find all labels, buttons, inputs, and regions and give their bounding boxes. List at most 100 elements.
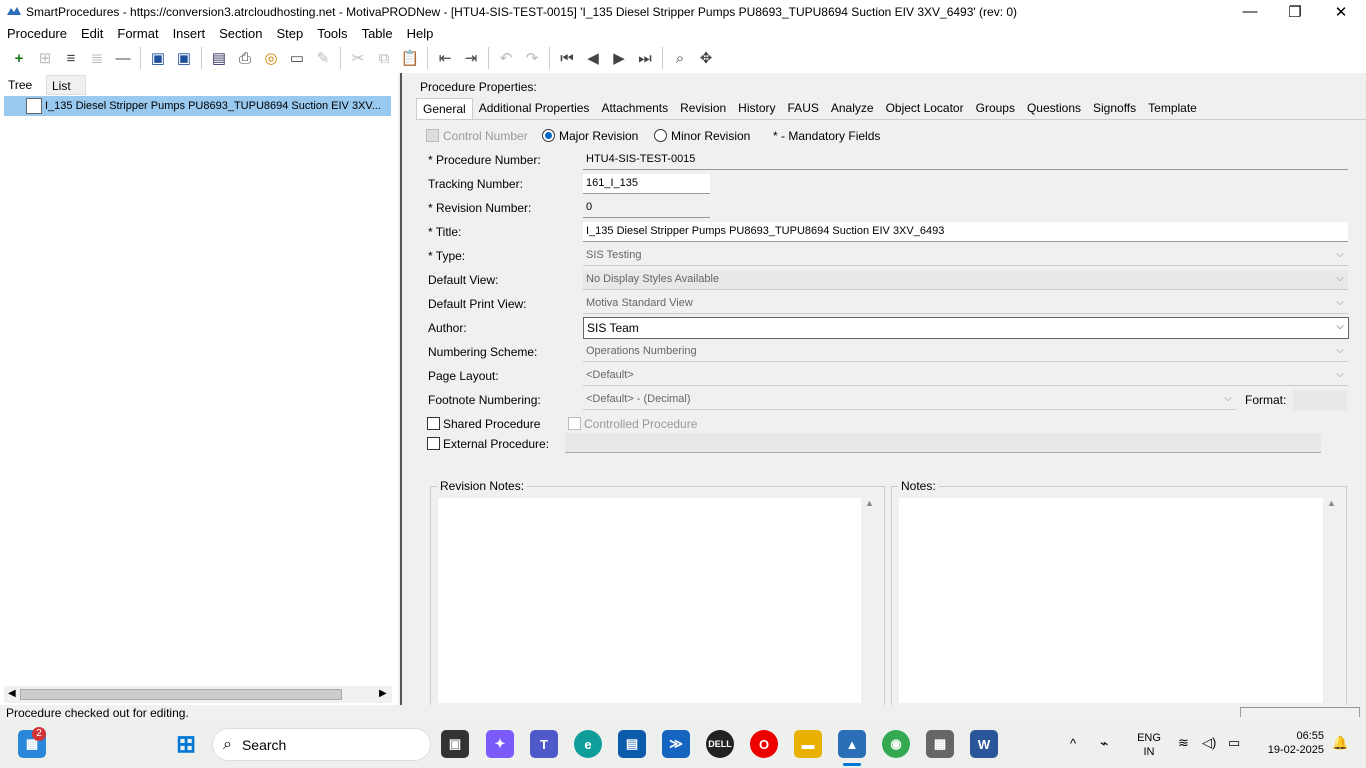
footnote-numbering-select[interactable]: <Default> - (Decimal) ⌵ — [583, 390, 1236, 410]
scrollbar-thumb[interactable] — [20, 689, 342, 700]
horizontal-scrollbar[interactable]: ◀ ▶ — [4, 686, 392, 703]
menu-tools[interactable]: Tools — [317, 26, 347, 41]
tab-template[interactable]: Template — [1142, 98, 1203, 119]
menu-step[interactable]: Step — [276, 26, 303, 41]
tab-history[interactable]: History — [732, 98, 781, 119]
tab-tree[interactable]: Tree — [4, 75, 37, 95]
chrome-icon[interactable]: ◉ — [882, 730, 910, 758]
menu-edit[interactable]: Edit — [81, 26, 103, 41]
publish-icon[interactable]: ▤ — [206, 45, 232, 71]
scroll-right-icon[interactable]: ▶ — [379, 688, 387, 699]
find-icon[interactable]: ⌕ — [667, 45, 693, 71]
last-icon[interactable]: ⏭ — [632, 45, 658, 71]
add-child-icon[interactable]: ⊞ — [32, 45, 58, 71]
tab-groups[interactable]: Groups — [970, 98, 1021, 119]
volume-icon[interactable]: ◁) — [1202, 736, 1216, 750]
network-icon[interactable]: ⌁ — [1100, 736, 1108, 750]
add-icon[interactable]: + — [6, 45, 32, 71]
tab-faus[interactable]: FAUS — [782, 98, 825, 119]
control-number-checkbox[interactable] — [426, 129, 439, 142]
maximize-button[interactable]: ❐ — [1272, 0, 1318, 23]
page-layout-select[interactable]: <Default> ⌵ — [583, 366, 1348, 386]
external-procedure-checkbox[interactable] — [427, 437, 440, 450]
cut-icon[interactable]: ✂ — [345, 45, 371, 71]
task-view-icon[interactable]: ▣ — [441, 730, 469, 758]
redo-icon[interactable]: ↷ — [519, 45, 545, 71]
revision-notes-textarea[interactable] — [438, 498, 861, 703]
scroll-left-icon[interactable]: ◀ — [8, 688, 16, 699]
numbering-scheme-select[interactable]: Operations Numbering ⌵ — [583, 342, 1348, 362]
next-icon[interactable]: ▶ — [606, 45, 632, 71]
author-select[interactable]: SIS Team ⌵ — [583, 317, 1349, 339]
menu-format[interactable]: Format — [117, 26, 158, 41]
default-view-select[interactable]: No Display Styles Available ⌵ — [583, 270, 1348, 290]
menu-procedure[interactable]: Procedure — [7, 26, 67, 41]
notification-bell-icon[interactable]: 🔔 — [1332, 736, 1348, 750]
controlled-procedure-checkbox[interactable] — [568, 417, 581, 430]
globe-icon[interactable]: ◎ — [258, 45, 284, 71]
notes-textarea[interactable] — [899, 498, 1323, 703]
tab-additional-properties[interactable]: Additional Properties — [473, 98, 596, 119]
type-select[interactable]: SIS Testing ⌵ — [583, 246, 1348, 266]
language-indicator[interactable]: ENG IN — [1134, 731, 1164, 759]
tab-object-locator[interactable]: Object Locator — [880, 98, 970, 119]
first-icon[interactable]: ⏮ — [554, 45, 580, 71]
pane-splitter[interactable] — [398, 73, 407, 705]
store-icon[interactable]: ▤ — [618, 730, 646, 758]
save-icon[interactable]: ▣ — [171, 45, 197, 71]
start-icon[interactable]: ⊞ — [172, 730, 200, 758]
tab-signoffs[interactable]: Signoffs — [1087, 98, 1142, 119]
major-revision-radio[interactable] — [542, 129, 555, 142]
edge-icon[interactable]: e — [574, 730, 602, 758]
chevron-up-icon[interactable]: ^ — [1070, 737, 1076, 751]
minimize-button[interactable]: — — [1227, 0, 1273, 23]
tree-item-procedure[interactable]: I_135 Diesel Stripper Pumps PU8693_TUPU8… — [4, 96, 391, 116]
teams-icon[interactable]: T — [530, 730, 558, 758]
scroll-up-icon[interactable]: ▲ — [865, 498, 874, 508]
outline-icon[interactable]: ≡ — [58, 45, 84, 71]
file-explorer-icon[interactable]: ▬ — [794, 730, 822, 758]
menu-table[interactable]: Table — [362, 26, 393, 41]
print-icon[interactable]: ⎙ — [232, 45, 258, 71]
clock[interactable]: 06:55 19-02-2025 — [1258, 729, 1324, 757]
undo-icon[interactable]: ↶ — [493, 45, 519, 71]
battery-icon[interactable]: ▭ — [1228, 736, 1240, 750]
revision-notes-scrollbar[interactable]: ▲ — [861, 498, 878, 703]
list-icon[interactable]: ≣ — [84, 45, 110, 71]
tracking-number-input[interactable]: 161_I_135 — [583, 174, 710, 194]
copy-icon[interactable]: ⧉ — [371, 45, 397, 71]
close-button[interactable]: ✕ — [1318, 0, 1364, 23]
power-automate-icon[interactable]: ≫ — [662, 730, 690, 758]
tab-analyze[interactable]: Analyze — [825, 98, 880, 119]
indent-icon[interactable]: ⇥ — [458, 45, 484, 71]
tab-attachments[interactable]: Attachments — [595, 98, 674, 119]
menu-insert[interactable]: Insert — [173, 26, 206, 41]
tab-revision[interactable]: Revision — [674, 98, 732, 119]
opera-icon[interactable]: O — [750, 730, 778, 758]
move-icon[interactable]: ✥ — [693, 45, 719, 71]
minor-revision-radio[interactable] — [654, 129, 667, 142]
tab-general[interactable]: General — [416, 98, 473, 119]
title-input[interactable]: I_135 Diesel Stripper Pumps PU8693_TUPU8… — [583, 222, 1348, 242]
notes-scrollbar[interactable]: ▲ — [1323, 498, 1340, 703]
taskbar-search[interactable]: ⌕ Search — [212, 728, 431, 761]
previous-icon[interactable]: ◀ — [580, 45, 606, 71]
menu-section[interactable]: Section — [219, 26, 262, 41]
dell-icon[interactable]: DELL — [706, 730, 734, 758]
word-icon[interactable]: W — [970, 730, 998, 758]
smartprocedures-icon[interactable]: ▲ — [838, 730, 866, 758]
menu-help[interactable]: Help — [407, 26, 434, 41]
save-all-icon[interactable]: ▣ — [145, 45, 171, 71]
preview-icon[interactable]: ▭ — [284, 45, 310, 71]
remote-desktop-icon[interactable]: ▦ — [926, 730, 954, 758]
tab-list[interactable]: List — [46, 75, 86, 95]
default-print-view-select[interactable]: Motiva Standard View ⌵ — [583, 294, 1348, 314]
remove-icon[interactable]: — — [110, 45, 136, 71]
outdent-icon[interactable]: ⇤ — [432, 45, 458, 71]
tab-questions[interactable]: Questions — [1021, 98, 1087, 119]
paste-icon[interactable]: 📋 — [397, 45, 423, 71]
wifi-icon[interactable]: ≋ — [1178, 736, 1189, 750]
tools-icon[interactable]: ✎ — [310, 45, 336, 71]
copilot-icon[interactable]: ✦ — [486, 730, 514, 758]
scroll-up-icon[interactable]: ▲ — [1327, 498, 1336, 508]
